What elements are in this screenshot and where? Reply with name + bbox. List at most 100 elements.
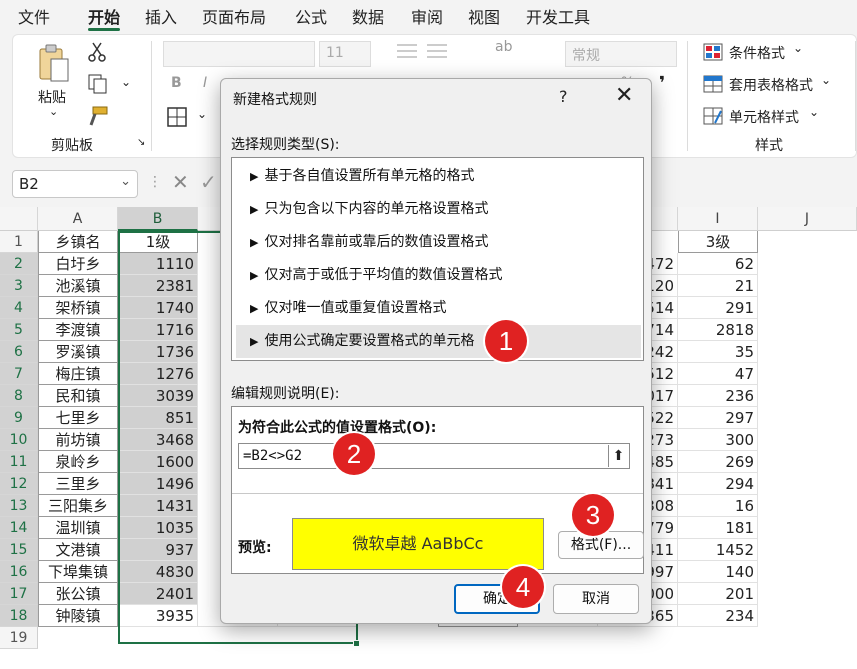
cancel-entry-icon[interactable]: ✕ [172, 170, 189, 194]
cell-a2[interactable]: 白圩乡 [38, 253, 118, 275]
align-top-icon[interactable] [397, 43, 417, 59]
paste-dropdown-icon[interactable]: ⌄ [49, 105, 58, 118]
cell-b14[interactable]: 1035 [118, 517, 198, 539]
ribbon-tab-1[interactable]: 开始 [88, 4, 120, 28]
cell-a1[interactable]: 乡镇名 [38, 231, 118, 253]
format-button[interactable]: 格式(F)... [558, 531, 644, 559]
help-icon[interactable]: ? [559, 87, 568, 106]
ribbon-tab-8[interactable]: 开发工具 [526, 4, 590, 28]
chevron-down-icon[interactable]: ⌄ [821, 73, 831, 87]
cell-b18[interactable]: 3935 [118, 605, 198, 627]
chevron-down-icon[interactable]: ⌄ [809, 105, 819, 119]
row-header[interactable]: 1 [0, 231, 38, 253]
format-painter-icon[interactable] [87, 105, 109, 127]
paste-button[interactable]: 粘贴 [38, 87, 66, 107]
ribbon-tab-5[interactable]: 数据 [352, 4, 384, 28]
cell-a6[interactable]: 罗溪镇 [38, 341, 118, 363]
cancel-button[interactable]: 取消 [553, 584, 639, 614]
cut-icon[interactable] [87, 41, 107, 63]
rule-type-item[interactable]: ▶ 只为包含以下内容的单元格设置格式 [236, 193, 641, 226]
copy-dropdown-icon[interactable]: ⌄ [121, 75, 131, 89]
borders-dropdown-icon[interactable]: ⌄ [197, 107, 207, 121]
cell-a11[interactable]: 泉岭乡 [38, 451, 118, 473]
borders-icon[interactable] [167, 107, 187, 127]
cell-style-icon[interactable] [703, 107, 723, 125]
name-box[interactable]: B2 ⌄ [12, 170, 138, 198]
cell-i9[interactable]: 297 [678, 407, 758, 429]
cell-a16[interactable]: 下埠集镇 [38, 561, 118, 583]
cell-b11[interactable]: 1600 [118, 451, 198, 473]
comma-style-icon[interactable]: ❜ [659, 73, 665, 94]
cell-b16[interactable]: 4830 [118, 561, 198, 583]
font-name-select[interactable] [163, 41, 315, 67]
ribbon-tab-6[interactable]: 审阅 [411, 4, 443, 28]
cell-i5[interactable]: 2818 [678, 319, 758, 341]
row-header[interactable]: 9 [0, 407, 38, 429]
column-header-j[interactable]: J [758, 207, 857, 231]
cell-b10[interactable]: 3468 [118, 429, 198, 451]
row-header[interactable]: 14 [0, 517, 38, 539]
cell-b15[interactable]: 937 [118, 539, 198, 561]
italic-icon[interactable]: I [203, 75, 207, 91]
cell-b7[interactable]: 1276 [118, 363, 198, 385]
rule-type-item[interactable]: ▶ 仅对排名靠前或靠后的数值设置格式 [236, 226, 641, 259]
cell-b2[interactable]: 1110 [118, 253, 198, 275]
cell-i3[interactable]: 21 [678, 275, 758, 297]
cell-a10[interactable]: 前坊镇 [38, 429, 118, 451]
cell-a7[interactable]: 梅庄镇 [38, 363, 118, 385]
cell-b3[interactable]: 2381 [118, 275, 198, 297]
row-header[interactable]: 10 [0, 429, 38, 451]
chevron-down-icon[interactable]: ⌄ [120, 174, 131, 189]
fill-handle[interactable] [353, 640, 360, 647]
cell-style-button[interactable]: 单元格样式 [729, 107, 799, 127]
formula-input[interactable]: =B2<>G2 [238, 443, 630, 469]
cell-b9[interactable]: 851 [118, 407, 198, 429]
cell-i12[interactable]: 294 [678, 473, 758, 495]
table-format-button[interactable]: 套用表格格式 [729, 75, 813, 95]
cell-b4[interactable]: 1740 [118, 297, 198, 319]
rule-type-item[interactable]: ▶ 基于各自值设置所有单元格的格式 [236, 160, 641, 193]
cell-i17[interactable]: 201 [678, 583, 758, 605]
cell-a5[interactable]: 李渡镇 [38, 319, 118, 341]
number-format-select[interactable]: 常规 [565, 41, 677, 67]
row-header[interactable]: 17 [0, 583, 38, 605]
row-header[interactable]: 2 [0, 253, 38, 275]
row-header[interactable]: 6 [0, 341, 38, 363]
cell-a3[interactable]: 池溪镇 [38, 275, 118, 297]
cell-a4[interactable]: 架桥镇 [38, 297, 118, 319]
close-icon[interactable]: ✕ [615, 83, 633, 108]
copy-icon[interactable] [87, 73, 109, 95]
cell-i18[interactable]: 234 [678, 605, 758, 627]
bold-icon[interactable]: B [171, 75, 182, 91]
row-header[interactable]: 7 [0, 363, 38, 385]
paste-icon[interactable] [37, 43, 71, 83]
row-header[interactable]: 15 [0, 539, 38, 561]
cell-b1[interactable]: 1级 [118, 231, 198, 253]
align-middle-icon[interactable] [427, 43, 447, 59]
rule-type-item[interactable]: ▶ 仅对高于或低于平均值的数值设置格式 [236, 259, 641, 292]
row-header[interactable]: 18 [0, 605, 38, 627]
ribbon-tab-4[interactable]: 公式 [295, 4, 327, 28]
cell-i11[interactable]: 269 [678, 451, 758, 473]
cell-a18[interactable]: 钟陵镇 [38, 605, 118, 627]
rule-type-list[interactable]: ▶ 基于各自值设置所有单元格的格式 ▶ 只为包含以下内容的单元格设置格式 ▶ 仅对排名靠前… [231, 157, 644, 361]
cell-i15[interactable]: 1452 [678, 539, 758, 561]
cell-b12[interactable]: 1496 [118, 473, 198, 495]
cell-i4[interactable]: 291 [678, 297, 758, 319]
row-header[interactable]: 8 [0, 385, 38, 407]
clipboard-launcher-icon[interactable]: ↘ [137, 137, 145, 148]
column-header-a[interactable]: A [38, 207, 118, 231]
cell-i16[interactable]: 140 [678, 561, 758, 583]
cell-a9[interactable]: 七里乡 [38, 407, 118, 429]
cell-i1[interactable]: 3级 [678, 231, 758, 253]
cell-i8[interactable]: 236 [678, 385, 758, 407]
row-header[interactable]: 16 [0, 561, 38, 583]
column-header-b[interactable]: B [118, 207, 198, 231]
cell-i7[interactable]: 47 [678, 363, 758, 385]
cell-i14[interactable]: 181 [678, 517, 758, 539]
cell-b6[interactable]: 1736 [118, 341, 198, 363]
cell-i6[interactable]: 35 [678, 341, 758, 363]
conditional-format-icon[interactable] [703, 43, 723, 61]
row-header[interactable]: 4 [0, 297, 38, 319]
ribbon-tab-3[interactable]: 页面布局 [202, 4, 266, 28]
